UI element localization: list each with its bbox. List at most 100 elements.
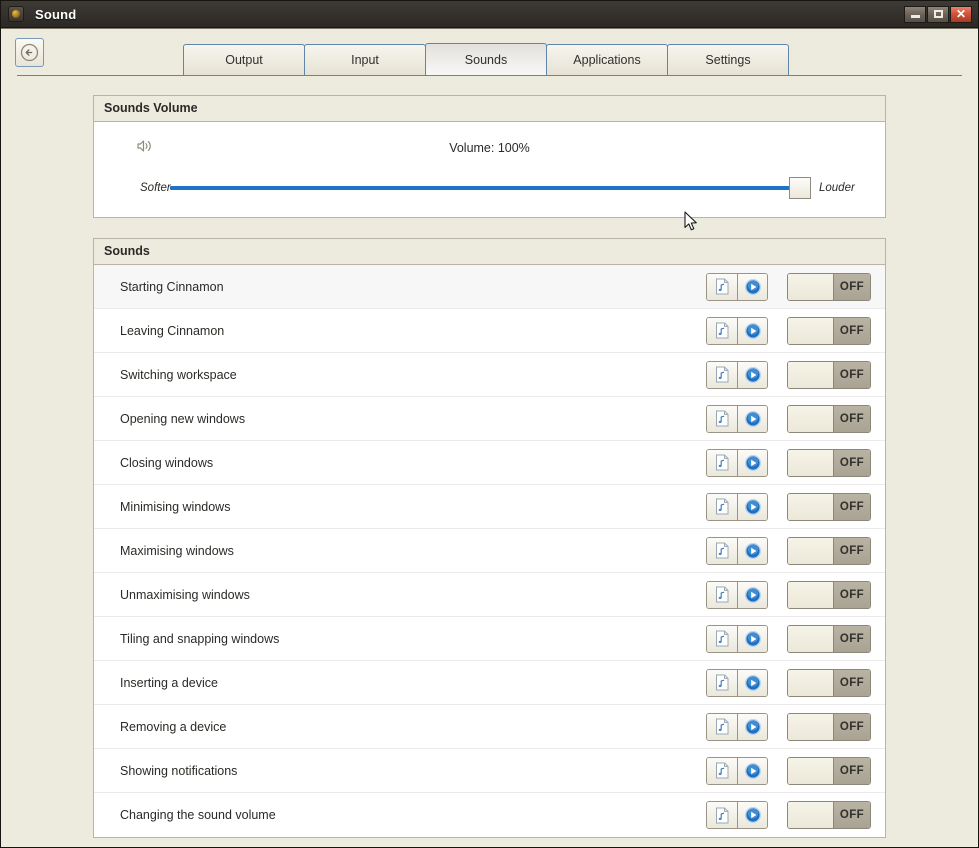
choose-sound-file-button[interactable] — [707, 538, 737, 564]
sound-enable-toggle[interactable]: OFF — [787, 757, 871, 785]
toggle-knob[interactable] — [788, 494, 834, 520]
choose-sound-file-button[interactable] — [707, 582, 737, 608]
toggle-knob[interactable] — [788, 362, 834, 388]
tab-output[interactable]: Output — [183, 44, 305, 75]
sound-event-label: Starting Cinnamon — [120, 280, 706, 294]
play-sound-button[interactable] — [737, 318, 767, 344]
toggle-state-label: OFF — [834, 758, 870, 784]
volume-value-label: Volume: 100% — [106, 141, 873, 155]
sound-settings-window: Sound ✕ O — [0, 0, 979, 848]
play-icon — [744, 806, 762, 824]
choose-sound-file-button[interactable] — [707, 714, 737, 740]
play-sound-button[interactable] — [737, 802, 767, 828]
toggle-state-label: OFF — [834, 538, 870, 564]
play-sound-button[interactable] — [737, 450, 767, 476]
play-icon — [744, 454, 762, 472]
choose-sound-file-button[interactable] — [707, 362, 737, 388]
toggle-knob[interactable] — [788, 758, 834, 784]
volume-slider-handle[interactable] — [789, 177, 811, 199]
toggle-knob[interactable] — [788, 582, 834, 608]
table-row[interactable]: Starting Cinnamon OFF — [94, 265, 885, 309]
sound-event-label: Changing the sound volume — [120, 808, 706, 822]
tab-bar: Output Input Sounds Applications Setting… — [183, 43, 789, 75]
choose-sound-file-button[interactable] — [707, 494, 737, 520]
choose-sound-file-button[interactable] — [707, 450, 737, 476]
table-row[interactable]: Opening new windowsOFF — [94, 397, 885, 441]
table-row[interactable]: Showing notificationsOFF — [94, 749, 885, 793]
table-row[interactable]: Changing the sound volume OFF — [94, 793, 885, 837]
sound-event-label: Minimising windows — [120, 500, 706, 514]
toggle-knob[interactable] — [788, 626, 834, 652]
sound-enable-toggle[interactable]: OFF — [787, 405, 871, 433]
sound-enable-toggle[interactable]: OFF — [787, 317, 871, 345]
minimize-button[interactable] — [904, 6, 926, 23]
table-row[interactable]: Switching workspaceOFF — [94, 353, 885, 397]
toggle-knob[interactable] — [788, 406, 834, 432]
choose-sound-file-button[interactable] — [707, 406, 737, 432]
table-row[interactable]: Leaving Cinnamon OFF — [94, 309, 885, 353]
sound-enable-toggle[interactable]: OFF — [787, 361, 871, 389]
play-icon — [744, 630, 762, 648]
close-button[interactable]: ✕ — [950, 6, 972, 23]
music-file-icon — [715, 454, 730, 471]
sound-enable-toggle[interactable]: OFF — [787, 493, 871, 521]
toggle-knob[interactable] — [788, 274, 834, 300]
volume-slider[interactable] — [170, 177, 809, 199]
sound-enable-toggle[interactable]: OFF — [787, 581, 871, 609]
choose-sound-file-button[interactable] — [707, 318, 737, 344]
volume-slider-track[interactable] — [170, 186, 809, 190]
window-controls: ✕ — [904, 6, 976, 23]
table-row[interactable]: Tiling and snapping windowsOFF — [94, 617, 885, 661]
choose-sound-file-button[interactable] — [707, 670, 737, 696]
sound-event-label: Maximising windows — [120, 544, 706, 558]
toggle-knob[interactable] — [788, 538, 834, 564]
music-file-icon — [715, 807, 730, 824]
sound-enable-toggle[interactable]: OFF — [787, 273, 871, 301]
tab-applications[interactable]: Applications — [546, 44, 668, 75]
table-row[interactable]: Minimising windows OFF — [94, 485, 885, 529]
table-row[interactable]: Removing a deviceOFF — [94, 705, 885, 749]
toggle-knob[interactable] — [788, 802, 834, 828]
sound-enable-toggle[interactable]: OFF — [787, 449, 871, 477]
toggle-state-label: OFF — [834, 626, 870, 652]
play-sound-button[interactable] — [737, 274, 767, 300]
toggle-knob[interactable] — [788, 714, 834, 740]
play-sound-button[interactable] — [737, 538, 767, 564]
play-sound-button[interactable] — [737, 362, 767, 388]
toggle-state-label: OFF — [834, 802, 870, 828]
tab-sounds[interactable]: Sounds — [425, 43, 547, 75]
choose-sound-file-button[interactable] — [707, 274, 737, 300]
table-row[interactable]: Inserting a deviceOFF — [94, 661, 885, 705]
play-sound-button[interactable] — [737, 670, 767, 696]
table-row[interactable]: Maximising windows OFF — [94, 529, 885, 573]
choose-sound-file-button[interactable] — [707, 758, 737, 784]
play-sound-button[interactable] — [737, 758, 767, 784]
tab-settings[interactable]: Settings — [667, 44, 789, 75]
sound-enable-toggle[interactable]: OFF — [787, 625, 871, 653]
play-sound-button[interactable] — [737, 714, 767, 740]
choose-sound-file-button[interactable] — [707, 626, 737, 652]
sound-enable-toggle[interactable]: OFF — [787, 537, 871, 565]
maximize-button[interactable] — [927, 6, 949, 23]
toggle-knob[interactable] — [788, 450, 834, 476]
tab-input[interactable]: Input — [304, 44, 426, 75]
sounds-list-panel: Sounds Starting CinnamonOFFLeaving Cinna… — [93, 238, 886, 838]
back-button[interactable] — [15, 38, 44, 67]
play-sound-button[interactable] — [737, 582, 767, 608]
play-sound-button[interactable] — [737, 406, 767, 432]
play-sound-button[interactable] — [737, 626, 767, 652]
toggle-state-label: OFF — [834, 362, 870, 388]
choose-sound-file-button[interactable] — [707, 802, 737, 828]
sound-enable-toggle[interactable]: OFF — [787, 801, 871, 829]
play-sound-button[interactable] — [737, 494, 767, 520]
toggle-knob[interactable] — [788, 318, 834, 344]
sound-enable-toggle[interactable]: OFF — [787, 713, 871, 741]
table-row[interactable]: Closing windowsOFF — [94, 441, 885, 485]
tab-settings-label: Settings — [705, 53, 750, 67]
sound-event-label: Leaving Cinnamon — [120, 324, 706, 338]
toggle-knob[interactable] — [788, 670, 834, 696]
table-row[interactable]: Unmaximising windowsOFF — [94, 573, 885, 617]
play-icon — [744, 278, 762, 296]
toggle-state-label: OFF — [834, 274, 870, 300]
sound-enable-toggle[interactable]: OFF — [787, 669, 871, 697]
